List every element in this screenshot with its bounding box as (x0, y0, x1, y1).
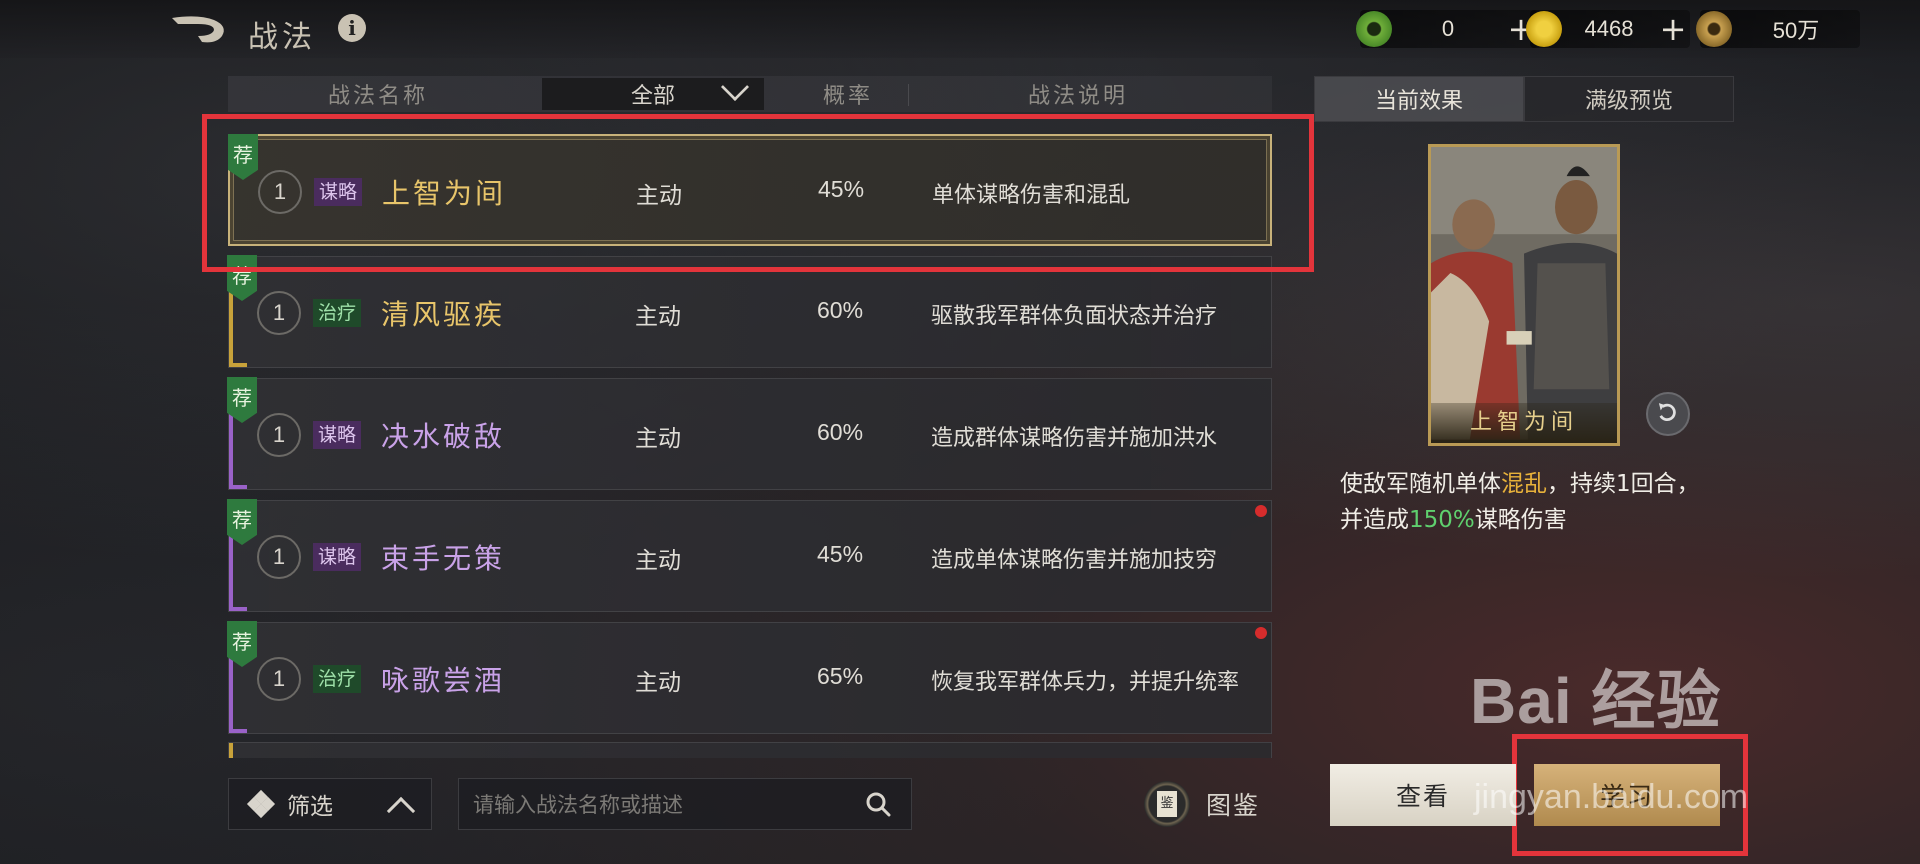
resource-gold: 4468 + (1526, 10, 1690, 48)
row-accent (229, 607, 247, 611)
tactic-type: 主动 (635, 426, 681, 452)
row-accent (229, 729, 247, 733)
filter-diamond-icon (246, 789, 276, 819)
tactic-type: 主动 (635, 304, 681, 330)
level-badge: 1 (257, 413, 301, 457)
back-arrow-icon[interactable] (168, 12, 230, 46)
column-header-name: 战法名称 (327, 84, 428, 109)
effect-highlight: 混乱 (1501, 471, 1547, 497)
gold-coin-icon (1526, 11, 1562, 47)
level-badge: 1 (257, 291, 301, 335)
info-icon[interactable]: i (338, 14, 366, 42)
filter-label: 筛选 (287, 794, 333, 820)
tab-max-level-preview[interactable]: 满级预览 (1524, 76, 1734, 122)
table-row-partial (228, 742, 1272, 758)
column-divider (908, 84, 909, 106)
resource-jade: 0 + (1356, 10, 1538, 48)
tactic-card: 上智为间 (1428, 144, 1620, 446)
jade-coin-icon (1356, 11, 1392, 47)
table-row[interactable]: 荐 1 治疗 清风驱疾 主动 60% 驱散我军群体负面状态并治疗 (227, 255, 1272, 368)
table-row[interactable]: 荐 1 谋略 决水破敌 主动 60% 造成群体谋略伤害并施加洪水 (227, 377, 1272, 490)
watermark-logo: Bai 经验 (1470, 665, 1722, 737)
top-bar: 战法 i 0 + 4468 + 50万 (0, 0, 1920, 58)
type-filter-dropdown[interactable]: 全部 (542, 72, 764, 110)
tactic-card-name: 上智为间 (1431, 403, 1617, 443)
effect-highlight: 150% (1409, 507, 1475, 533)
table-row[interactable]: 荐 1 谋略 束手无策 主动 45% 造成单体谋略伤害并施加技穷 (227, 499, 1272, 612)
tactic-rate: 60% (817, 419, 864, 445)
row-accent (229, 485, 247, 489)
tactic-description: 造成单体谋略伤害并施加技穷 (931, 548, 1218, 573)
search-input[interactable] (473, 789, 853, 821)
effect-description: 使敌军随机单体混乱，持续1回合，并造成150%谋略伤害 (1340, 471, 1700, 533)
category-tag: 治疗 (313, 299, 362, 327)
codex-button[interactable]: 鉴 图鉴 (1144, 778, 1260, 830)
filter-value: 全部 (630, 84, 675, 109)
category-tag: 谋略 (313, 543, 362, 571)
resource-value: 4468 (1584, 16, 1634, 41)
row-accent (229, 743, 233, 758)
chevron-up-icon (386, 796, 416, 826)
tab-current-effect[interactable]: 当前效果 (1314, 76, 1524, 122)
row-accent (229, 363, 247, 367)
resource-value: 0 (1441, 16, 1455, 41)
add-gold-button[interactable]: + (1656, 12, 1690, 46)
tactic-card-art (1431, 147, 1617, 440)
tactic-type: 主动 (635, 670, 681, 696)
filter-button[interactable]: 筛选 (228, 778, 432, 830)
codex-icon: 鉴 (1144, 781, 1190, 827)
page-title: 战法 (248, 20, 316, 55)
rotate-icon[interactable] (1646, 392, 1690, 436)
column-header-desc: 战法说明 (1027, 84, 1128, 109)
tactic-name: 束手无策 (381, 542, 506, 575)
category-tag: 治疗 (313, 665, 362, 693)
tactic-description: 造成群体谋略伤害并施加洪水 (931, 426, 1218, 451)
tactic-name: 咏歌尝酒 (381, 664, 506, 697)
level-badge: 1 (257, 657, 301, 701)
column-header-rate: 概率 (822, 84, 873, 109)
new-indicator-dot (1255, 627, 1267, 639)
watermark-url: jingyan.baidu.com (1474, 778, 1749, 816)
tactic-rate: 45% (817, 541, 864, 567)
tactic-rate: 65% (817, 663, 864, 689)
table-header: 战法名称 全部 概率 战法说明 (228, 72, 1272, 112)
copper-coin-icon (1696, 11, 1732, 47)
chevron-down-icon (720, 72, 750, 102)
tactic-type: 主动 (635, 548, 681, 574)
codex-label: 图鉴 (1206, 791, 1261, 820)
tactic-rate: 60% (817, 297, 864, 323)
resource-copper: 50万 (1696, 10, 1860, 48)
effect-tabs: 当前效果 满级预览 (1314, 76, 1734, 122)
table-row[interactable]: 荐 1 治疗 咏歌尝酒 主动 65% 恢复我军群体兵力，并提升统率 (227, 621, 1272, 734)
baidu-watermark: Bai 经验 jingyan.baidu.com (1470, 650, 1748, 816)
search-box (458, 778, 912, 830)
new-indicator-dot (1255, 505, 1267, 517)
tactic-description: 驱散我军群体负面状态并治疗 (931, 304, 1218, 329)
category-tag: 谋略 (313, 421, 362, 449)
tactic-description: 恢复我军群体兵力，并提升统率 (931, 670, 1240, 695)
level-badge: 1 (257, 535, 301, 579)
tactic-name: 决水破敌 (381, 420, 506, 453)
tactic-name: 清风驱疾 (381, 298, 506, 331)
resource-value: 50万 (1772, 18, 1820, 43)
search-icon[interactable] (865, 791, 891, 817)
annotation-highlight (202, 114, 1314, 272)
